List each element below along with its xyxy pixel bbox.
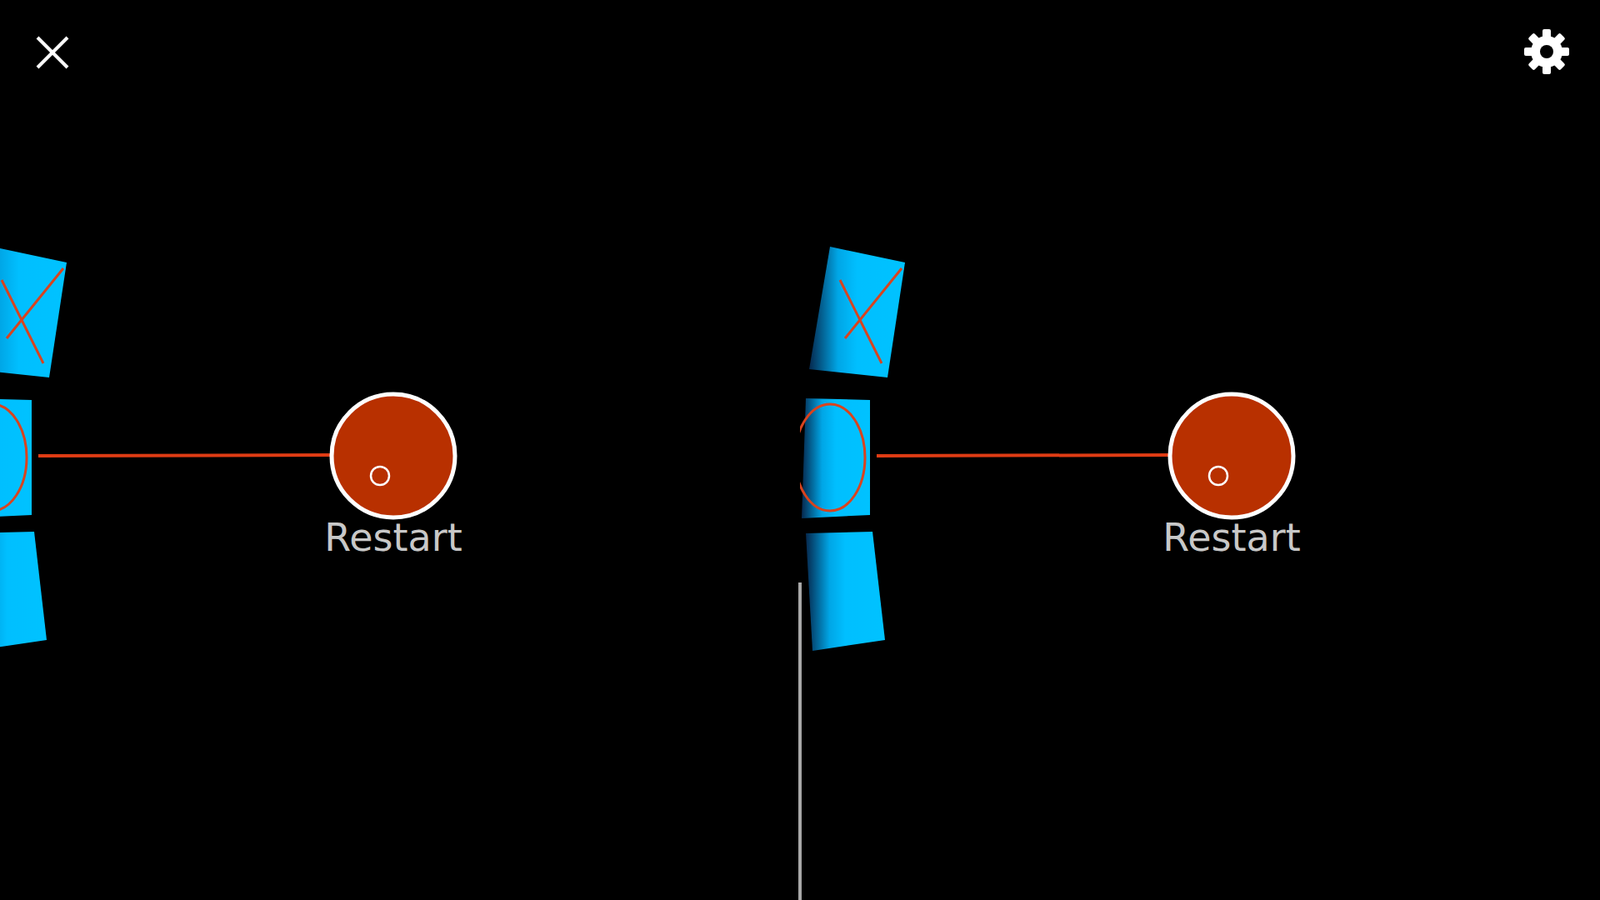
pointer-ray (38, 455, 330, 456)
scene (0, 0, 800, 900)
eye-view: Restart (0, 0, 800, 900)
restart-button[interactable] (331, 394, 455, 518)
board-cell[interactable] (0, 531, 47, 651)
restart-label[interactable]: Restart (324, 515, 462, 561)
board-cell[interactable] (0, 398, 32, 519)
gear-icon[interactable] (1521, 26, 1572, 77)
gaze-cursor-icon (1209, 466, 1228, 485)
pointer-ray (876, 455, 1169, 456)
close-icon[interactable] (34, 34, 71, 71)
board-cell[interactable] (0, 246, 67, 378)
eye-view: Restart (800, 0, 1600, 900)
board-cell[interactable] (809, 246, 905, 378)
scene (800, 0, 1600, 900)
o-mark-icon (0, 404, 27, 511)
vr-screen: Restart Restart (0, 0, 1600, 900)
gaze-cursor-icon (370, 466, 390, 485)
restart-label[interactable]: Restart (1162, 515, 1300, 561)
eye-divider (798, 582, 802, 900)
x-mark-icon (840, 268, 902, 364)
board-cell[interactable] (800, 398, 870, 519)
o-mark-icon (800, 404, 865, 511)
restart-button[interactable] (1170, 394, 1294, 518)
x-mark-icon (1, 268, 64, 364)
board-cell[interactable] (805, 531, 885, 651)
